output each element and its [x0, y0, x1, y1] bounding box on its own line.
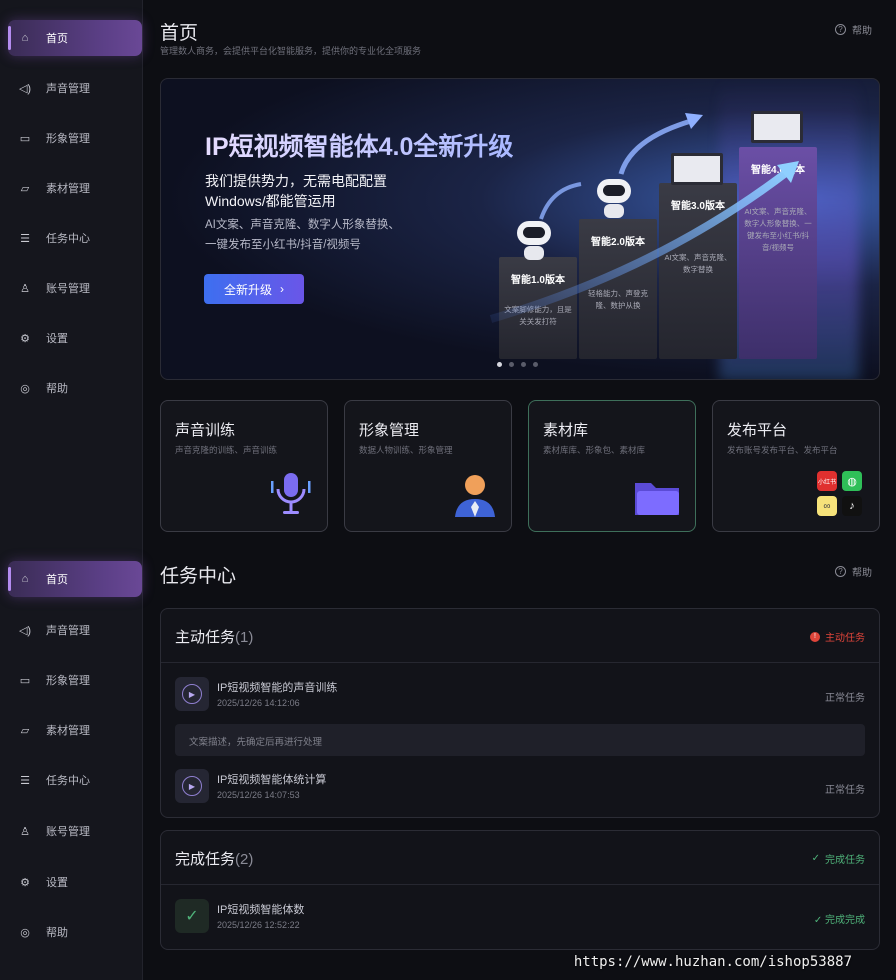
channels-icon: ∞ [817, 496, 837, 516]
growth-arrow-icon [489, 113, 799, 323]
task-row[interactable]: ▶ IP短视频智能的声音训练 2025/12/26 14:12:06 正常任务 [175, 671, 865, 717]
home-icon: ⌂ [21, 32, 29, 44]
check-icon: ✓ [813, 915, 825, 926]
sidebar-item-home[interactable]: ⌂ 首页 [8, 561, 142, 597]
help-link[interactable]: ? 帮助 [835, 564, 872, 579]
task-notice: 文案描述，先确定后再进行处理 [175, 724, 865, 756]
sidebar-item-help[interactable]: ◎ 帮助 [8, 914, 142, 950]
video-icon: ▭ [19, 674, 31, 687]
check-icon: ✓ [811, 853, 820, 864]
feature-card-avatar[interactable]: 形象管理 数据人物训练、形象管理 [344, 400, 512, 532]
question-icon: ? [835, 24, 846, 35]
help-icon: ◎ [20, 382, 30, 395]
sidebar-item-materials[interactable]: ▱ 素材管理 [8, 712, 142, 748]
xiaohongshu-icon: 小红书 [817, 471, 837, 491]
sidebar-item-account[interactable]: ♙ 账号管理 [8, 270, 142, 306]
folder-icon: ▱ [20, 724, 30, 737]
sidebar-item-home[interactable]: ⌂ 首页 [8, 20, 142, 56]
help-icon: ◎ [20, 926, 30, 939]
task-icon: ▶ [175, 769, 209, 803]
watermark: https://www.huzhan.com/ishop53887 [573, 954, 852, 970]
microphone-icon [271, 473, 311, 514]
sidebar: ⌂ 首页 ◁) 声音管理 ▭ 形象管理 ▱ 素材管理 ☰ 任务中心 ♙ 账号管理 ⚙ 设置 ◎… [0, 0, 143, 545]
sidebar-item-tasks[interactable]: ☰ 任务中心 [8, 762, 142, 798]
task-row[interactable]: ✓ IP短视频智能体数 2025/12/26 12:52:22 ✓ 完成完成 [175, 893, 865, 939]
sidebar-item-materials[interactable]: ▱ 素材管理 [8, 170, 142, 206]
sidebar-item-voice[interactable]: ◁) 声音管理 [8, 612, 142, 648]
question-icon: ? [835, 566, 846, 577]
speaker-icon: ◁) [18, 82, 32, 95]
panel-header: 主动任务(1) ! 主动任务 [161, 609, 879, 663]
banner-line: 我们提供势力，无需电配配置 Windows/都能管运用 [205, 173, 387, 209]
wechat-icon: ◍ [842, 471, 862, 491]
settings-icon: ⚙ [20, 876, 30, 889]
list-icon: ☰ [20, 232, 30, 245]
page-title: 首页 [160, 23, 199, 44]
folder-icon: ▱ [20, 182, 30, 195]
platforms-icon: 小红书 ◍ ∞ ♪ [817, 471, 865, 517]
tiktok-icon: ♪ [842, 496, 862, 516]
tasks-title: 任务中心 [160, 566, 237, 587]
status-badge: ✓ 完成任务 [811, 853, 865, 866]
sidebar-item-tasks[interactable]: ☰ 任务中心 [8, 220, 142, 256]
speaker-icon: ◁) [18, 624, 32, 637]
sidebar-item-settings[interactable]: ⚙ 设置 [8, 864, 142, 900]
list-icon: ☰ [20, 774, 30, 787]
promo-banner: IP短视频智能体4.0全新升级 我们提供势力，无需电配配置 Windows/都能管… [160, 78, 880, 380]
sidebar: ⌂ 首页 ◁) 声音管理 ▭ 形象管理 ▱ 素材管理 ☰ 任务中心 ♙ 账号管理 ⚙ 设置 ◎… [0, 545, 143, 980]
folder-icon [635, 483, 679, 515]
settings-icon: ⚙ [20, 332, 30, 345]
sidebar-item-avatar[interactable]: ▭ 形象管理 [8, 120, 142, 156]
sidebar-item-settings[interactable]: ⚙ 设置 [8, 320, 142, 356]
carousel-dots[interactable] [497, 362, 538, 367]
feature-card-voice[interactable]: 声音训练 声音克隆的训练、声音训练 [160, 400, 328, 532]
person-icon [455, 475, 495, 517]
sidebar-item-avatar[interactable]: ▭ 形象管理 [8, 662, 142, 698]
panel-header: 完成任务(2) ✓ 完成任务 [161, 831, 879, 885]
feature-card-publish[interactable]: 发布平台 发布账号发布平台、发布平台 小红书 ◍ ∞ ♪ [712, 400, 880, 532]
help-link[interactable]: ? 帮助 [835, 22, 872, 37]
upgrade-button[interactable]: 全新升级 › [204, 274, 304, 304]
page-subtitle: 管理数人商务，会提供平台化智能服务，提供你的专业化全项服务 [160, 46, 422, 56]
done-tasks-panel: 完成任务(2) ✓ 完成任务 ✓ IP短视频智能体数 2025/12/26 12:… [160, 830, 880, 950]
video-icon: ▭ [19, 132, 31, 145]
chevron-right-icon: › [280, 282, 284, 296]
check-icon: ✓ [185, 908, 199, 925]
active-tasks-panel: 主动任务(1) ! 主动任务 ▶ IP短视频智能的声音训练 2025/12/26 … [160, 608, 880, 818]
alert-icon: ! [810, 631, 820, 642]
banner-headline: IP短视频智能体4.0全新升级 [205, 127, 513, 163]
sidebar-item-voice[interactable]: ◁) 声音管理 [8, 70, 142, 106]
home-icon: ⌂ [21, 573, 29, 585]
task-icon: ▶ [175, 677, 209, 711]
task-row[interactable]: ▶ IP短视频智能体统计算 2025/12/26 14:07:53 正常任务 [175, 763, 865, 809]
user-icon: ♙ [20, 282, 30, 295]
task-icon: ✓ [175, 899, 209, 933]
status-badge: ! 主动任务 [810, 629, 865, 644]
sidebar-item-help[interactable]: ◎ 帮助 [8, 370, 142, 406]
sidebar-item-account[interactable]: ♙ 账号管理 [8, 813, 142, 849]
feature-card-materials[interactable]: 素材库 素材库库、形象包、素材库 [528, 400, 696, 532]
user-icon: ♙ [20, 825, 30, 838]
banner-description: AI文案、声音克隆、数字人形象替换、 一键发布至小红书/抖音/视频号 [205, 219, 400, 251]
